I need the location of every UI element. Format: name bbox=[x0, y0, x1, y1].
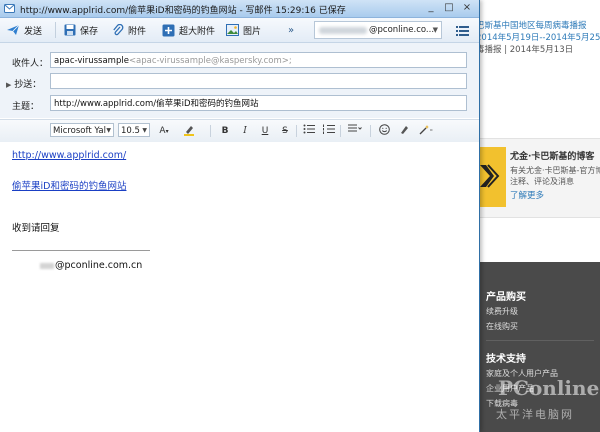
main-toolbar: 发送 保存 附件 超大附件 图片 » @pconline.co... ▼ bbox=[0, 18, 479, 43]
cc-field[interactable] bbox=[50, 73, 467, 89]
window-title: http://www.applrid.com/偷苹果iD和密码的钓鱼网站 - 写… bbox=[20, 6, 346, 16]
numbered-list-icon bbox=[323, 124, 335, 134]
support-heading: 技术支持 bbox=[486, 354, 526, 365]
big-attach-button[interactable]: 超大附件 bbox=[162, 22, 215, 38]
bold-button[interactable]: B bbox=[218, 124, 232, 138]
picture-button[interactable]: 图片 bbox=[226, 22, 261, 38]
news-link[interactable]: 巴斯基中国地区每周病毒播报 bbox=[476, 20, 600, 32]
to-field[interactable]: apac-virussample<apac-virussample@kasper… bbox=[50, 52, 467, 68]
attach-button[interactable]: 附件 bbox=[112, 22, 146, 38]
expand-arrow-icon: ▶ bbox=[6, 81, 12, 89]
divider bbox=[296, 125, 297, 137]
recipient-name: apac-virussample bbox=[54, 56, 129, 66]
bullet-list-icon bbox=[303, 124, 315, 134]
recipient-email: <apac-virussample@kaspersky.com>; bbox=[128, 56, 292, 66]
pconline-watermark: PConline 太平洋电脑网 bbox=[496, 376, 600, 421]
to-row: 收件人： apac-virussample<apac-virussample@k… bbox=[0, 51, 479, 71]
blog-panel: 尤金·卡巴斯基的博客 有关尤金·卡巴斯基-官方博 注释、评论及消息 了解更多 bbox=[474, 138, 600, 218]
underline-button[interactable]: U bbox=[258, 124, 272, 138]
chevron-down-icon: ▼ bbox=[142, 127, 147, 134]
font-family-select[interactable]: Microsoft Yal ▼ bbox=[50, 123, 114, 137]
paperclip-icon bbox=[113, 23, 124, 35]
numbered-list-button[interactable] bbox=[322, 124, 336, 138]
stationery-button[interactable] bbox=[397, 124, 411, 138]
chevron-down-icon: ▾ bbox=[165, 128, 169, 135]
divider bbox=[370, 125, 371, 137]
emoji-button[interactable] bbox=[377, 124, 391, 138]
learn-more-link[interactable]: 了解更多 bbox=[510, 189, 544, 201]
list-menu-icon bbox=[456, 25, 469, 36]
minimize-button[interactable]: _ bbox=[424, 2, 438, 14]
list-menu-button[interactable] bbox=[456, 22, 473, 38]
save-icon bbox=[64, 24, 76, 36]
body-text: 收到请回复 bbox=[12, 223, 60, 234]
align-button[interactable] bbox=[348, 124, 362, 138]
cc-row: ▶ 抄送： bbox=[0, 72, 479, 92]
footer-link[interactable]: 在线购买 bbox=[486, 321, 518, 332]
message-header: 收件人： apac-virussample<apac-virussample@k… bbox=[0, 43, 479, 118]
redacted-text bbox=[319, 27, 367, 34]
highlighter-icon bbox=[184, 126, 194, 136]
blog-title: 尤金·卡巴斯基的博客 bbox=[510, 152, 595, 162]
title-bar[interactable]: http://www.applrid.com/偷苹果iD和密码的钓鱼网站 - 写… bbox=[0, 0, 479, 18]
format-toolbar: Microsoft Yal ▼ 10.5 ▼ A▾ B I U S bbox=[0, 119, 479, 143]
italic-button[interactable]: I bbox=[238, 124, 252, 138]
save-button[interactable]: 保存 bbox=[64, 22, 98, 38]
highlight-color-button[interactable] bbox=[182, 124, 196, 138]
send-button[interactable]: 发送 bbox=[6, 22, 42, 38]
compose-window: http://www.applrid.com/偷苹果iD和密码的钓鱼网站 - 写… bbox=[0, 0, 480, 432]
to-label: 收件人： bbox=[12, 59, 49, 69]
brush-icon bbox=[400, 126, 408, 134]
blog-desc: 有关尤金·卡巴斯基-官方博 注释、评论及消息 bbox=[510, 166, 600, 186]
subject-field[interactable]: http://www.applrid.com/偷苹果iD和密码的钓鱼网站 bbox=[50, 95, 467, 111]
font-size-select[interactable]: 10.5 ▼ bbox=[118, 123, 150, 137]
smiley-icon bbox=[378, 124, 390, 135]
signature: @pconline.com.cn bbox=[40, 260, 142, 271]
more-toolbar-button[interactable]: » bbox=[288, 22, 294, 38]
strikethrough-button[interactable]: S bbox=[278, 124, 292, 138]
close-button[interactable]: × bbox=[460, 2, 474, 14]
news-list: 巴斯基中国地区每周病毒播报 2014年5月19日--2014年5月25日) 毒播… bbox=[476, 20, 600, 56]
divider bbox=[340, 125, 341, 137]
align-icon bbox=[348, 124, 362, 132]
font-color-button[interactable]: A▾ bbox=[157, 124, 171, 138]
body-link[interactable]: http://www.applrid.com/ bbox=[12, 150, 126, 161]
send-icon bbox=[7, 24, 20, 35]
magic-wand-icon bbox=[419, 125, 433, 135]
message-body-editor[interactable]: http://www.applrid.com/ 偷苹果iD和密码的钓鱼网站 收到… bbox=[0, 142, 479, 432]
picture-icon bbox=[226, 24, 239, 36]
subject-row: 主题： http://www.applrid.com/偷苹果iD和密码的钓鱼网站 bbox=[0, 94, 479, 114]
news-link[interactable]: 毒播报 | 2014年5月13日 bbox=[476, 44, 600, 56]
mail-app-icon bbox=[4, 4, 15, 13]
big-attachment-icon bbox=[162, 24, 175, 36]
redacted-text bbox=[40, 262, 54, 269]
maximize-button[interactable]: □ bbox=[442, 2, 456, 14]
sender-account-select[interactable]: @pconline.co... ▼ bbox=[314, 21, 442, 39]
cc-label[interactable]: ▶ 抄送： bbox=[6, 77, 41, 90]
products-heading: 产品购买 bbox=[486, 292, 526, 303]
divider bbox=[55, 22, 56, 38]
news-date: 2014年5月19日--2014年5月25日) bbox=[476, 33, 600, 43]
subject-label: 主题： bbox=[12, 102, 40, 112]
signature-divider bbox=[12, 250, 150, 251]
body-link[interactable]: 偷苹果iD和密码的钓鱼网站 bbox=[12, 178, 126, 192]
divider bbox=[486, 340, 594, 341]
footer-link[interactable]: 续费升级 bbox=[486, 306, 518, 317]
chevron-down-icon: ▼ bbox=[106, 127, 111, 134]
divider bbox=[210, 125, 211, 137]
chevron-down-icon: ▼ bbox=[432, 26, 438, 34]
magic-button[interactable] bbox=[419, 124, 433, 138]
bullet-list-button[interactable] bbox=[302, 124, 316, 138]
